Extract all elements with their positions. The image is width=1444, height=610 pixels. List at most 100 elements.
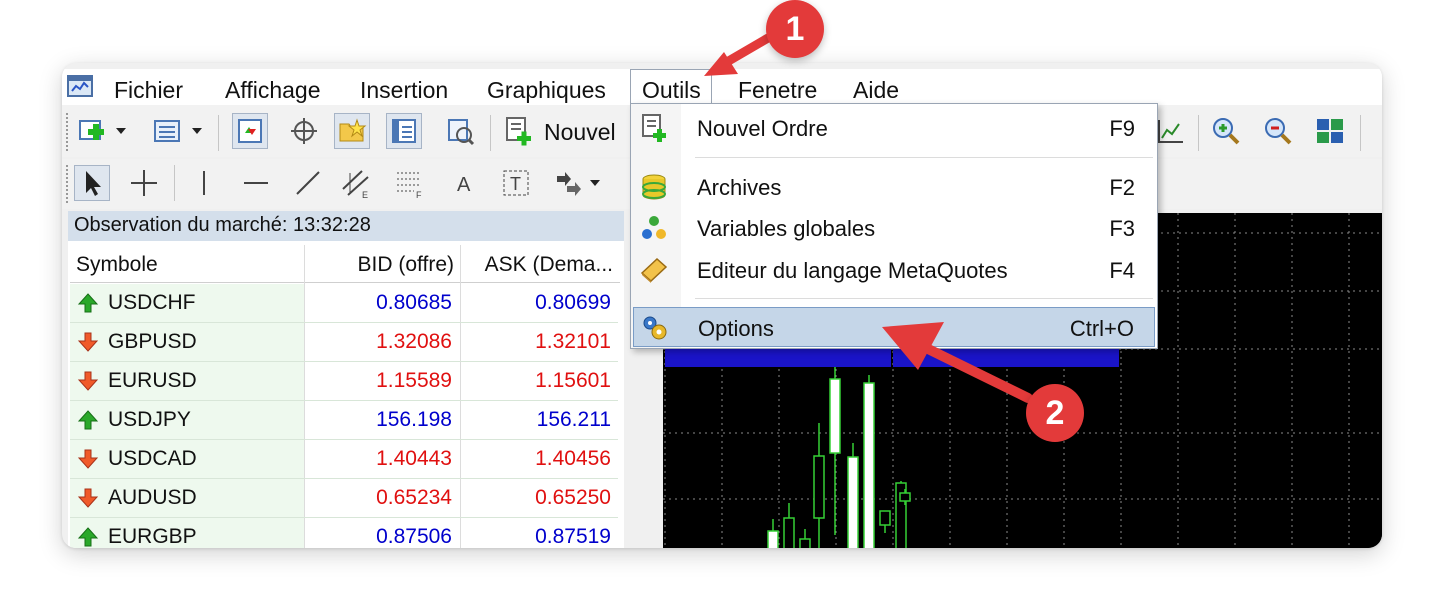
price-up-arrow-icon	[77, 293, 99, 313]
price-down-arrow-icon	[77, 371, 99, 391]
symbol-name: EURGBP	[108, 525, 197, 548]
chart-bar-marker	[665, 349, 891, 367]
price-up-arrow-icon	[77, 527, 99, 547]
market-watch-title: Observation du marché: 13:32:28	[68, 211, 624, 241]
bid-price: 0.87506	[376, 525, 452, 548]
column-ask[interactable]: ASK (Dema...	[485, 253, 613, 277]
market-watch-icon[interactable]	[232, 113, 268, 149]
menu-item-shortcut: F4	[1109, 258, 1135, 283]
equidistant-channel-icon[interactable]: E	[338, 165, 374, 201]
crosshair-icon[interactable]	[126, 165, 162, 201]
menu-affichage[interactable]: Affichage	[225, 77, 320, 104]
ask-price: 0.80699	[535, 291, 611, 314]
table-row[interactable]: EURGBP 0.87506 0.87519	[70, 518, 618, 548]
toolbar-grip[interactable]	[66, 165, 69, 203]
toolbar-separator	[174, 165, 175, 201]
table-row[interactable]: USDCHF 0.80685 0.80699	[70, 284, 618, 323]
table-row[interactable]: GBPUSD 1.32086 1.32101	[70, 323, 618, 362]
column-bid[interactable]: BID (offre)	[358, 253, 454, 277]
new-chart-dropdown-icon[interactable]	[112, 113, 130, 149]
text-label-icon[interactable]: T	[498, 165, 534, 201]
new-order-icon	[642, 114, 666, 142]
tile-windows-icon[interactable]	[1312, 113, 1348, 149]
terminal-icon[interactable]	[386, 113, 422, 149]
symbol-name: EURUSD	[108, 369, 197, 392]
menu-item-label: Options	[698, 316, 774, 341]
svg-text:A: A	[457, 174, 471, 196]
app-logo-icon	[67, 75, 93, 97]
profiles-dropdown-icon[interactable]	[188, 113, 206, 149]
annotation-badge-2: 2	[1026, 384, 1084, 442]
trendline-icon[interactable]	[290, 165, 326, 201]
archive-database-icon	[642, 174, 666, 200]
table-row[interactable]: USDJPY 156.198 156.211	[70, 401, 618, 440]
metaeditor-icon	[640, 257, 668, 283]
global-variables-icon	[642, 216, 666, 239]
toolbar-separator	[1198, 115, 1199, 151]
menu-item-label: Nouvel Ordre	[697, 116, 828, 141]
symbol-name: AUDUSD	[108, 486, 197, 509]
arrows-dropdown-icon[interactable]	[586, 165, 604, 201]
svg-text:E: E	[362, 190, 368, 199]
price-down-arrow-icon	[77, 449, 99, 469]
fibonacci-retracement-icon[interactable]: F	[392, 165, 428, 201]
menu-fenetre[interactable]: Fenetre	[738, 77, 817, 104]
menu-item-label: Variables globales	[697, 216, 876, 241]
navigator-icon[interactable]	[334, 113, 370, 149]
price-down-arrow-icon	[77, 332, 99, 352]
strategy-tester-icon[interactable]	[442, 113, 478, 149]
candle-body	[829, 378, 841, 454]
arrows-icon[interactable]	[550, 165, 586, 201]
symbol-name: USDCHF	[108, 291, 196, 314]
cursor-arrow-icon[interactable]	[74, 165, 110, 201]
crosshair-data-window-icon[interactable]	[286, 113, 322, 149]
menu-aide[interactable]: Aide	[853, 77, 899, 104]
table-row[interactable]: EURUSD 1.15589 1.15601	[70, 362, 618, 401]
menu-insertion[interactable]: Insertion	[360, 77, 448, 104]
zoom-in-icon[interactable]	[1208, 113, 1244, 149]
menu-fichier[interactable]: Fichier	[114, 77, 183, 104]
svg-text:F: F	[416, 190, 422, 199]
column-symbol[interactable]: Symbole	[76, 253, 158, 277]
menu-item-shortcut: F9	[1109, 116, 1135, 141]
ask-price: 1.32101	[535, 330, 611, 353]
toolbar-separator	[218, 115, 219, 151]
menu-item-archives[interactable]: Archives F2	[633, 167, 1155, 207]
candle-body	[799, 538, 811, 548]
menu-separator	[695, 157, 1153, 158]
vertical-line-icon[interactable]	[186, 165, 222, 201]
candle-body	[863, 382, 875, 548]
table-row[interactable]: USDCAD 1.40443 1.40456	[70, 440, 618, 479]
horizontal-line-icon[interactable]	[238, 165, 274, 201]
ask-price: 1.40456	[535, 447, 611, 470]
menu-item-label: Editeur du langage MetaQuotes	[697, 258, 1008, 283]
candle-body	[879, 510, 891, 526]
market-watch-header: Symbole BID (offre) ASK (Dema...	[70, 245, 620, 283]
menu-bar: Fichier Affichage Insertion Graphiques O…	[62, 69, 1382, 106]
table-row[interactable]: AUDUSD 0.65234 0.65250	[70, 479, 618, 518]
menu-item-global-variables[interactable]: Variables globales F3	[633, 208, 1155, 248]
menu-item-shortcut: Ctrl+O	[1069, 316, 1134, 341]
menu-graphiques[interactable]: Graphiques	[487, 77, 606, 104]
menu-separator	[695, 298, 1153, 299]
candle-body	[899, 492, 911, 502]
toolbar-separator	[490, 115, 491, 151]
text-icon[interactable]: A	[446, 165, 482, 201]
new-chart-icon[interactable]	[74, 113, 110, 149]
menu-item-new-order[interactable]: Nouvel Ordre F9	[633, 108, 1155, 148]
new-order-icon[interactable]	[500, 113, 536, 149]
menu-item-options[interactable]: Options Ctrl+O	[633, 307, 1155, 347]
bid-price: 0.80685	[376, 291, 452, 314]
bid-price: 1.32086	[376, 330, 452, 353]
menu-item-metaeditor[interactable]: Editeur du langage MetaQuotes F4	[633, 250, 1155, 290]
options-gear-icon	[643, 316, 667, 340]
ask-price: 156.211	[536, 408, 611, 431]
menu-outils[interactable]: Outils	[630, 69, 712, 106]
zoom-out-icon[interactable]	[1260, 113, 1296, 149]
toolbar-separator	[1360, 115, 1361, 151]
new-order-label[interactable]: Nouvel	[544, 119, 616, 146]
bid-price: 0.65234	[376, 486, 452, 509]
candle-body	[767, 530, 779, 548]
toolbar-grip[interactable]	[66, 113, 69, 151]
profiles-icon[interactable]	[150, 113, 186, 149]
